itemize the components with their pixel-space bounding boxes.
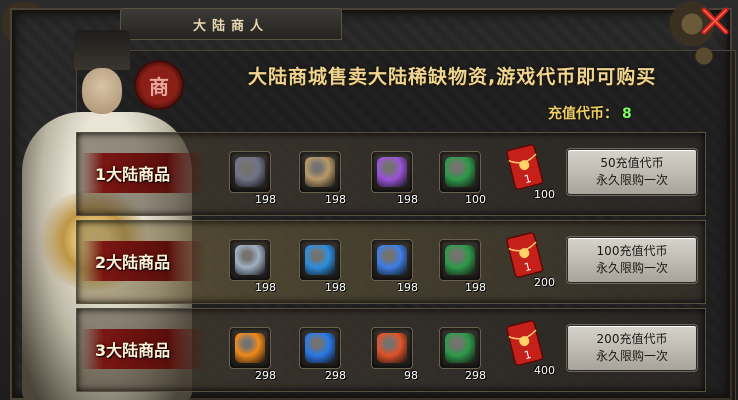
seal-character: 商 xyxy=(149,74,169,99)
item-quantity: 298 xyxy=(465,369,486,382)
reward-slot[interactable]: 1 100 xyxy=(505,143,555,201)
item-quantity: 198 xyxy=(465,281,486,294)
item-slot[interactable]: 198 xyxy=(371,151,418,206)
item-slot[interactable]: 98 xyxy=(371,327,418,382)
currency-value: 8 xyxy=(622,106,632,122)
currency-label: 充值代币： xyxy=(548,106,618,122)
item-quantity: 100 xyxy=(465,193,486,206)
row-label: 1大陆商品 xyxy=(95,165,171,184)
item-quantity: 298 xyxy=(325,369,346,382)
item-slot[interactable]: 198 xyxy=(439,239,486,294)
item-quantity: 100 xyxy=(534,188,555,201)
item-slot[interactable]: 100 xyxy=(439,151,486,206)
item-quantity: 400 xyxy=(534,364,555,377)
silver-crystal-icon xyxy=(235,245,265,275)
purchase-button[interactable]: 200充值代币 永久限购一次 xyxy=(567,325,697,371)
row-label: 2大陆商品 xyxy=(95,253,171,272)
item-slot[interactable]: 298 xyxy=(439,327,486,382)
currency-display: 充值代币： 8 xyxy=(548,103,632,123)
item-quantity: 198 xyxy=(255,193,276,206)
reward-slot[interactable]: 1 200 xyxy=(505,231,555,289)
red-envelope-icon: 1 xyxy=(506,144,544,190)
item-slot[interactable]: 298 xyxy=(229,327,276,382)
item-slot[interactable]: 198 xyxy=(229,239,276,294)
item-slot[interactable]: 198 xyxy=(299,239,346,294)
item-quantity: 298 xyxy=(255,369,276,382)
npc-hat xyxy=(74,30,130,70)
purchase-button[interactable]: 100充值代币 永久限购一次 xyxy=(567,237,697,283)
shop-row: 2大陆商品 198 198 198 198 1 200 100充值代币 永久限购一次 xyxy=(76,220,706,304)
item-slot[interactable]: 198 xyxy=(299,151,346,206)
merchant-window: 大陆商人 商 大陆商城售卖大陆稀缺物资,游戏代币即可购买 充值代币： 8 1大陆商… xyxy=(0,0,738,400)
item-quantity: 200 xyxy=(534,276,555,289)
merchant-seal-icon: 商 xyxy=(134,60,184,110)
red-envelope-icon: 1 xyxy=(506,320,544,366)
blue-gem-icon xyxy=(377,245,407,275)
shop-row: 1大陆商品 198 198 198 100 1 100 50充值代币 永久限购一次 xyxy=(76,132,706,216)
item-quantity: 198 xyxy=(255,281,276,294)
orange-orb-icon xyxy=(235,333,265,363)
shop-row: 3大陆商品 298 298 98 298 1 400 200充值代币 永久限购一次 xyxy=(76,308,706,392)
scroll-icon xyxy=(305,157,335,187)
row-label-banner: 1大陆商品 xyxy=(81,153,205,193)
limit-label: 永久限购一次 xyxy=(595,349,668,363)
npc-face xyxy=(82,68,122,114)
limit-label: 永久限购一次 xyxy=(595,261,668,275)
purple-crystal-icon xyxy=(377,157,407,187)
green-jade-icon xyxy=(445,157,475,187)
shop-headline: 大陆商城售卖大陆稀缺物资,游戏代币即可购买 xyxy=(248,66,657,88)
blue-orb-icon xyxy=(305,333,335,363)
price-label: 100充值代币 xyxy=(596,244,668,258)
blue-feather-icon xyxy=(305,245,335,275)
red-envelope-icon: 1 xyxy=(506,232,544,278)
item-slot[interactable]: 198 xyxy=(371,239,418,294)
window-title: 大陆商人 xyxy=(192,18,269,34)
item-slot[interactable]: 198 xyxy=(229,151,276,206)
row-label-banner: 3大陆商品 xyxy=(81,329,205,369)
item-quantity: 198 xyxy=(397,193,418,206)
purchase-button[interactable]: 50充值代币 永久限购一次 xyxy=(567,149,697,195)
price-label: 200充值代币 xyxy=(596,332,668,346)
item-quantity: 198 xyxy=(397,281,418,294)
dark-ore-icon xyxy=(235,157,265,187)
price-label: 50充值代币 xyxy=(600,156,664,170)
item-slot[interactable]: 298 xyxy=(299,327,346,382)
row-label: 3大陆商品 xyxy=(95,341,171,360)
reward-slot[interactable]: 1 400 xyxy=(505,319,555,377)
close-icon xyxy=(701,7,729,35)
close-button[interactable] xyxy=(698,4,732,38)
row-label-banner: 2大陆商品 xyxy=(81,241,205,281)
item-quantity: 198 xyxy=(325,193,346,206)
limit-label: 永久限购一次 xyxy=(595,173,668,187)
green-jade-icon xyxy=(445,333,475,363)
item-quantity: 98 xyxy=(404,369,418,382)
fire-talisman-icon xyxy=(377,333,407,363)
green-jade-icon xyxy=(445,245,475,275)
item-quantity: 198 xyxy=(325,281,346,294)
